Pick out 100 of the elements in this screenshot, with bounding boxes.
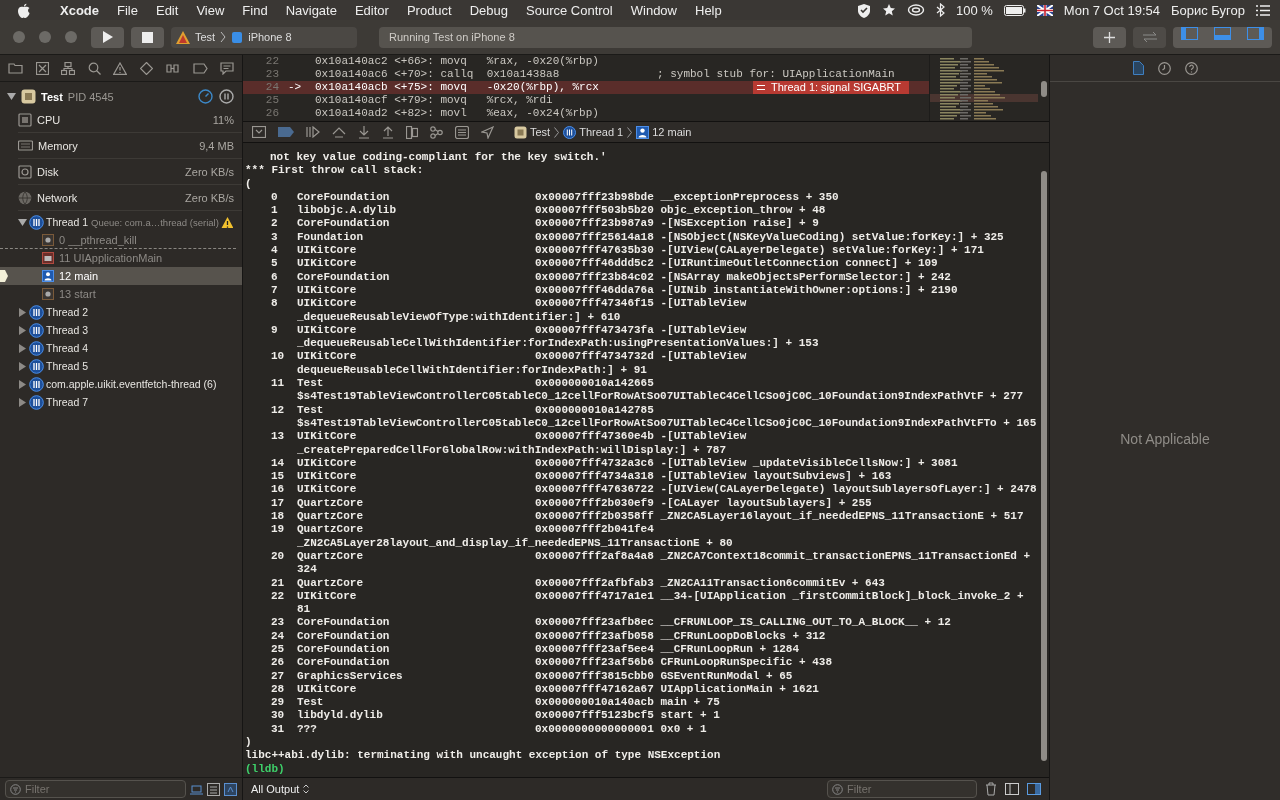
gauge-name[interactable]: Memory [38,139,78,152]
environment-icon[interactable] [455,125,469,139]
stack-frame-row[interactable]: 11 UIApplicationMain [0,249,242,267]
stack-frame-row[interactable]: 0 __pthread_kill [0,231,236,249]
scroll-thumb[interactable] [1040,171,1047,761]
crashed-filter-icon[interactable] [207,782,220,796]
code-line: 0x10a140acb <+75>: movq -0x20(%rbp), %rcx [315,81,599,93]
breadcrumb-item[interactable]: Thread 1 [563,125,624,139]
menu-item[interactable]: Find [242,2,268,18]
stack-frame-row[interactable]: 13 start [0,285,242,303]
apple-icon[interactable] [17,2,30,18]
cloud-icon[interactable] [906,3,925,17]
menu-item[interactable]: File [117,2,138,18]
library-name: UIKitCore [297,244,358,258]
bluetooth-icon[interactable] [935,3,945,17]
user-name[interactable]: Борис Бугор [1170,2,1245,18]
stop-button[interactable] [131,26,164,48]
gauge-icon[interactable] [198,89,213,104]
gauge-name[interactable]: Disk [37,165,59,178]
filter-field[interactable]: Filter [827,780,977,798]
running-filter-icon[interactable] [224,782,237,796]
hierarchy-icon[interactable] [61,61,75,75]
lldb-prompt[interactable]: (lldb) [245,762,285,775]
app-icon [21,89,36,104]
menu-item[interactable]: Help [695,2,722,18]
breadcrumb-item[interactable]: Test [514,125,551,139]
flag-icon[interactable] [1036,4,1053,16]
filter-field[interactable]: Filter [5,780,186,798]
bottom-panel-icon[interactable] [1214,26,1231,40]
menu-item[interactable]: Edit [155,2,179,18]
menu-item[interactable]: Source Control [526,2,613,18]
menu-item[interactable]: Product [406,2,452,18]
location-icon[interactable] [481,125,494,139]
breadcrumb-item[interactable]: 12 main [636,125,692,139]
shield-icon[interactable] [856,2,871,18]
thread-name[interactable]: Thread 4 [46,342,89,354]
folder-icon[interactable] [8,62,23,74]
gauge-name[interactable]: Network [37,191,78,204]
library-button[interactable] [1093,26,1126,48]
continue-icon[interactable] [306,126,320,138]
disclosure-triangle[interactable] [7,92,16,101]
search-icon[interactable] [87,61,101,75]
console-text: *** First throw call stack: [245,164,424,177]
thread-name[interactable]: Thread 5 [46,360,89,372]
trash-icon[interactable] [985,782,997,796]
diamond-icon[interactable] [139,61,153,75]
menu-item[interactable]: View [196,2,225,18]
symbol-name: -[UITableView _updateVisibleCellsNow:] + 3081 [660,456,958,469]
disclosure-triangle[interactable] [18,217,27,227]
history-icon[interactable] [1157,61,1171,75]
step-into-icon[interactable] [358,125,370,139]
thread-name[interactable]: com.apple.uikit.eventfetch-thread (6) [46,378,217,390]
gauge-name[interactable]: CPU [37,113,61,126]
left-panel-icon[interactable] [1181,26,1198,40]
list-icon[interactable] [1256,4,1270,16]
app-menu[interactable]: Xcode [60,2,99,18]
thread-name[interactable]: Thread 3 [46,324,89,336]
memory-graph-icon[interactable] [430,125,443,139]
scheme-selector[interactable]: Test iPhone 8 [171,26,357,48]
memory-address: 0x00007fff47635b30 [535,244,654,257]
clock[interactable]: Mon 7 Oct 19:54 [1063,2,1160,18]
hide-console-icon[interactable] [252,126,266,138]
right-split-icon[interactable] [1027,783,1041,795]
tag-icon[interactable] [192,62,208,74]
symbol-name: -[UITableView [660,323,747,336]
memory-address: 0x00007fff473473fa [535,323,654,336]
frame-index: 10 [270,350,286,364]
menu-item[interactable]: Window [630,2,677,18]
process-name[interactable]: Test [41,90,63,103]
right-panel-icon[interactable] [1247,26,1264,40]
x-square-icon[interactable] [35,61,49,75]
output-selector[interactable]: All Output [251,783,310,795]
thread-name[interactable]: Thread 1 [46,216,89,228]
menu-item[interactable]: Debug [469,2,509,18]
thread-icon [29,376,44,392]
breakpoints-icon[interactable] [278,127,294,137]
pause-icon[interactable] [219,89,234,104]
memory-address: 0x00007fff3815cbb0 [535,669,654,682]
stack-frame-row[interactable]: 12 main [0,267,242,285]
frame-index: 23 [270,616,286,630]
scroll-thumb[interactable] [1040,81,1047,97]
view-hierarchy-icon[interactable] [406,125,418,139]
speech-icon[interactable] [220,61,234,75]
left-split-icon[interactable] [1005,783,1019,795]
step-out-icon[interactable] [382,125,394,139]
thread-name[interactable]: Thread 2 [46,306,89,318]
menu-item[interactable]: Navigate [285,2,337,18]
warning-icon[interactable] [113,61,127,75]
error-badge[interactable]: Thread 1: signal SIGABRT [752,81,909,94]
file-icon[interactable] [1132,61,1144,75]
debug-icon[interactable] [165,61,180,75]
menu-item[interactable]: Editor [354,2,389,18]
recent-filter-icon[interactable] [190,783,203,795]
help-icon[interactable] [1184,61,1198,75]
memory-address: 0x00007fff4734a318 [535,470,654,483]
thread-name[interactable]: Thread 7 [46,396,89,408]
battery-icon[interactable] [1003,4,1026,16]
star-icon[interactable] [881,3,896,17]
run-button[interactable] [91,26,124,48]
step-over-icon[interactable] [332,126,346,138]
